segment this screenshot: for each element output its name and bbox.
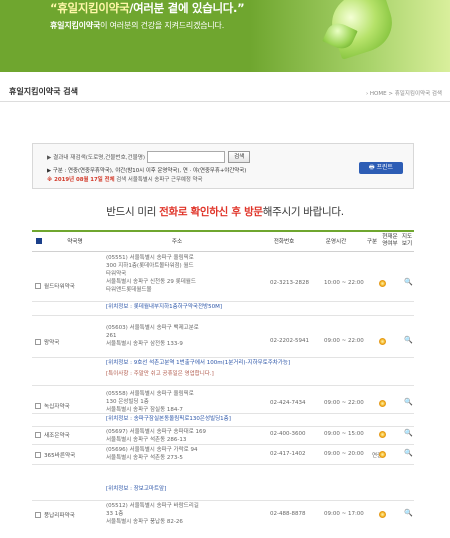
row-checkbox: [35, 283, 41, 289]
legend-text: ▶ 구분 : 연중(연중무휴약국), 야간(밤10시 이후 운영약국), 연 ·…: [47, 168, 247, 174]
sun-icon: [379, 451, 386, 458]
pharmacy-name-cell[interactable]: 왕약국: [35, 338, 59, 346]
pharmacy-name-cell[interactable]: 365바른약국: [35, 451, 75, 459]
location-info: [위치정보 : 9호선 석촌고분역 1번출구에서 100m(1분거리)-지하무토…: [106, 360, 291, 377]
col-tel: 전화번호: [273, 239, 295, 245]
page-title: 휴일지킴이약국 검색: [9, 87, 79, 96]
hours-cell: 09:00 ~ 22:00: [324, 338, 364, 344]
breadcrumb[interactable]: › HOME > 휴일지킴이약국 검색: [366, 89, 442, 97]
pharmacy-name-cell[interactable]: 새조은약국: [35, 431, 70, 439]
row-checkbox: [35, 403, 41, 409]
header-banner: “휴일지킴이약국/여러분 곁에 있습니다.” 휴일지킴이약국이 여러분의 건강을…: [0, 0, 450, 72]
row-checkbox: [35, 512, 41, 518]
hours-cell: 09:00 ~ 20:00: [324, 451, 364, 457]
pharmacy-name-cell[interactable]: 풍납리파약국: [35, 511, 75, 519]
hours-cell: 09:00 ~ 17:00: [324, 511, 364, 517]
magnifier-icon[interactable]: 🔍: [404, 278, 413, 287]
sun-icon: [379, 431, 386, 438]
visit-notice: 반드시 미리 전화로 확인하신 후 방문해주시기 바랍니다.: [106, 206, 344, 218]
magnifier-icon[interactable]: 🔍: [404, 509, 413, 518]
location-info: [위치정보 : 롯데월내부지하1층하구약국전방50M]: [106, 304, 222, 310]
select-all-checkbox[interactable]: [36, 238, 42, 246]
address-cell: (05551) 서울특별시 송파구 올림픽로 300 지하1층(롯데아트몰타워점)…: [106, 255, 196, 293]
address-cell: (05603) 서울특별시 송파구 백제고분로 261 서울특별시 송파구 삼전동 …: [106, 325, 199, 347]
tel-cell: 02-400-3600: [270, 431, 306, 437]
print-button[interactable]: 🖶 프린트: [359, 162, 403, 174]
table-row: 녹십자약국 (05558) 서울특별시 송파구 올림픽로 130 은성빌딩 1층 서…: [32, 388, 414, 414]
table-row-info: [위치정보 : 장보고마트앞]: [32, 465, 414, 501]
search-input[interactable]: [147, 151, 226, 163]
row-checkbox: [35, 339, 41, 345]
col-name: 약국명: [67, 239, 83, 245]
row-checkbox: [35, 432, 41, 438]
pharmacy-name-cell[interactable]: 녹십자약국: [35, 402, 70, 410]
table-row: 새조은약국 (05697) 서울특별시 송파구 송파대로 169 서울특별시 송파…: [32, 427, 414, 445]
location-info: [위치정보 : 송파구잠실본동올림픽로130은성빌딩1층]: [106, 416, 231, 422]
tel-cell: 02-417-1402: [270, 451, 306, 457]
tel-cell: 02-488-8878: [270, 511, 306, 517]
search-label: ▶ 결과내 재검색(도로명,건물번호,건물명): [47, 155, 146, 161]
table-header: 약국명 주소 전화번호 운영시간 구분 현재운영여부 지도보기: [32, 230, 414, 252]
table-row-info: [위치정보 : 9호선 석촌고분역 1번출구에서 100m(1분거리)-지하무토…: [32, 358, 414, 386]
table-row: 풍납리파약국 (05512) 서울특별시 송파구 바람드리길 33 1층 서울특별시…: [32, 501, 414, 531]
table-row: 월드타워약국 (05551) 서울특별시 송파구 올림픽로 300 지하1층(롯데…: [32, 252, 414, 302]
magnifier-icon[interactable]: 🔍: [404, 429, 413, 438]
date-notice: ※ 2019년 08월 17일 전체 검색 서울특별시 송파구 근무예정 약국: [47, 177, 203, 183]
sun-icon: [379, 400, 386, 407]
address-cell: (05696) 서울특별시 송파구 가락로 94 서울특별시 송파구 석촌동 27…: [106, 447, 198, 461]
hours-cell: 09:00 ~ 15:00: [324, 431, 364, 437]
search-panel: ▶ 결과내 재검색(도로명,건물번호,건물명) 검색 ▶ 구분 : 연중(연중무…: [32, 143, 414, 189]
banner-subtitle: 휴일지킴이약국이 여러분의 건강을 지켜드리겠습니다.: [50, 21, 225, 30]
table-row-info: [위치정보 : 송파구잠실본동올림픽로130은성빌딩1층]: [32, 414, 414, 427]
pharmacy-name-cell[interactable]: 월드타워약국: [35, 282, 75, 290]
search-button[interactable]: 검색: [228, 151, 251, 163]
tel-cell: 02-424-7434: [270, 400, 306, 406]
sun-icon: [379, 511, 386, 518]
hours-cell: 10:00 ~ 22:00: [324, 280, 364, 286]
banner-slogan: “휴일지킴이약국/여러분 곁에 있습니다.”: [50, 1, 245, 15]
location-info: [위치정보 : 장보고마트앞]: [106, 486, 167, 492]
row-checkbox: [35, 452, 41, 458]
sun-icon: [379, 280, 386, 287]
address-cell: (05697) 서울특별시 송파구 송파대로 169 서울특별시 송파구 석촌동 …: [106, 429, 206, 443]
col-status: 현재운영여부: [382, 234, 398, 247]
address-cell: (05558) 서울특별시 송파구 올림픽로 130 은성빌딩 1층 서울특별시 송…: [106, 391, 194, 413]
magnifier-icon[interactable]: 🔍: [404, 336, 413, 345]
magnifier-icon[interactable]: 🔍: [404, 398, 413, 407]
tel-cell: 02-3213-2828: [270, 280, 309, 286]
page-header: 휴일지킴이약국 검색 › HOME > 휴일지킴이약국 검색: [0, 80, 450, 102]
tel-cell: 02-2202-5941: [270, 338, 309, 344]
col-kind: 구분: [366, 239, 378, 245]
magnifier-icon[interactable]: 🔍: [404, 449, 413, 458]
address-cell: (05512) 서울특별시 송파구 바람드리길 33 1층 서울특별시 송파구 풍납…: [106, 503, 199, 525]
search-row: ▶ 결과내 재검색(도로명,건물번호,건물명) 검색: [47, 151, 251, 163]
table-row: 왕약국 (05603) 서울특별시 송파구 백제고분로 261 서울특별시 송파구 …: [32, 322, 414, 358]
col-address: 주소: [171, 239, 183, 245]
sun-icon: [379, 338, 386, 345]
table-row: 365바른약국 (05696) 서울특별시 송파구 가락로 94 서울특별시 송파…: [32, 445, 414, 465]
col-hours: 운영시간: [325, 239, 347, 245]
hours-cell: 09:00 ~ 22:00: [324, 400, 364, 406]
col-map: 지도보기: [401, 234, 413, 247]
table-row-info: [위치정보 : 롯데월내부지하1층하구약국전방50M]: [32, 302, 414, 316]
